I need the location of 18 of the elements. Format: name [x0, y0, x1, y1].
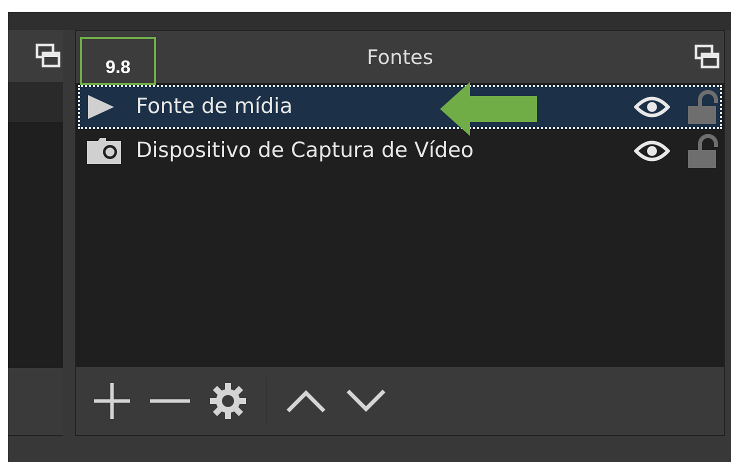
source-item[interactable]: Dispositivo de Captura de Vídeo — [78, 129, 722, 173]
move-down-icon[interactable] — [345, 388, 387, 414]
camera-icon — [86, 137, 122, 165]
eye-icon[interactable] — [634, 140, 670, 162]
eye-icon[interactable] — [634, 96, 670, 118]
undock-icon[interactable] — [694, 44, 720, 70]
add-icon[interactable] — [92, 381, 132, 421]
source-item[interactable]: Fonte de mídia — [78, 85, 722, 129]
source-name: Dispositivo de Captura de Vídeo — [136, 137, 474, 164]
undock-icon[interactable] — [35, 43, 61, 69]
annotation-label: 9.8 — [80, 37, 156, 85]
panel-title: Fontes — [366, 44, 434, 71]
unlocked-icon[interactable] — [686, 90, 718, 124]
play-icon — [86, 94, 116, 120]
move-up-icon[interactable] — [285, 388, 327, 414]
settings-icon[interactable] — [208, 381, 248, 421]
source-name: Fonte de mídia — [136, 93, 293, 120]
unlocked-icon[interactable] — [686, 134, 718, 168]
